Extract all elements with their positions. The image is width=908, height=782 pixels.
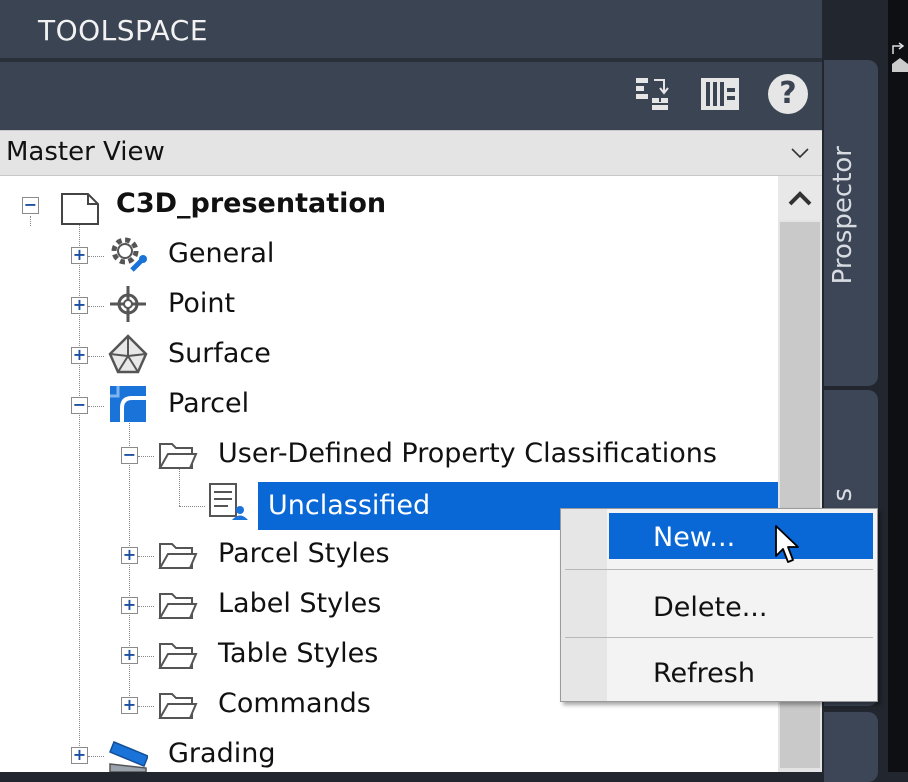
folder-icon — [158, 593, 198, 619]
tree-connector — [88, 356, 104, 357]
menu-gutter — [561, 509, 607, 701]
collapse-button[interactable]: − — [121, 447, 138, 464]
tree-item-surface[interactable]: Surface — [168, 338, 271, 369]
folder-icon — [158, 443, 198, 469]
window-edge — [888, 0, 908, 772]
parcel-icon — [110, 386, 146, 422]
tab-settings-label: s — [828, 488, 858, 502]
tree-item-general[interactable]: General — [168, 238, 274, 269]
expand-button[interactable]: + — [121, 547, 138, 564]
tab-prospector-label: Prospector — [828, 146, 858, 285]
tree-connector — [138, 706, 154, 707]
tree-item-parcel[interactable]: Parcel — [168, 388, 249, 419]
expand-button[interactable]: + — [121, 597, 138, 614]
gear-wrench-icon — [111, 237, 147, 272]
folder-icon — [158, 643, 198, 669]
folder-icon — [158, 693, 198, 719]
scroll-up-button[interactable] — [778, 176, 822, 220]
menu-item-refresh-label: Refresh — [653, 658, 755, 689]
menu-separator — [565, 637, 873, 638]
tree-connector — [88, 756, 104, 757]
surface-icon — [108, 334, 148, 374]
tree-item-parcel-styles[interactable]: Parcel Styles — [218, 538, 390, 569]
menu-item-delete[interactable]: Delete... — [609, 583, 873, 629]
menu-item-new-label: New... — [653, 522, 736, 553]
expand-button[interactable]: + — [71, 247, 88, 264]
tree-connector — [88, 256, 104, 257]
drawing-document-icon — [61, 193, 99, 225]
tree-view-toggle-button[interactable] — [632, 72, 676, 116]
chevron-up-icon — [788, 191, 812, 206]
view-select-value: Master View — [6, 137, 165, 167]
tree-root-label[interactable]: C3D_presentation — [116, 188, 386, 219]
tree-connector — [138, 606, 154, 607]
tree-item-point[interactable]: Point — [168, 288, 235, 319]
grading-icon — [109, 741, 148, 772]
collapse-button[interactable]: − — [71, 397, 88, 414]
expand-button[interactable]: + — [121, 647, 138, 664]
list-view-icon — [701, 78, 739, 110]
tree-item-grading[interactable]: Grading — [168, 738, 275, 769]
tree-connector — [88, 306, 104, 307]
help-button[interactable]: ? — [766, 72, 810, 116]
tree-connector — [138, 456, 154, 457]
expand-button[interactable]: + — [71, 747, 88, 764]
toolbar: ? — [0, 62, 822, 130]
tree-connector — [30, 216, 31, 226]
menu-item-delete-label: Delete... — [653, 592, 768, 623]
classification-icon — [209, 483, 248, 520]
tree-item-label-styles[interactable]: Label Styles — [218, 588, 381, 619]
tree-connector — [138, 556, 154, 557]
collapse-button[interactable]: − — [22, 197, 39, 214]
tree-item-table-styles[interactable]: Table Styles — [218, 638, 378, 669]
mouse-pointer-icon — [775, 525, 799, 563]
menu-item-new[interactable]: New... — [609, 513, 873, 559]
tree-item-commands[interactable]: Commands — [218, 688, 371, 719]
tree-connector — [88, 406, 104, 407]
context-menu: New... Delete... Refresh — [560, 508, 878, 702]
menu-separator — [565, 569, 873, 570]
folder-icon — [158, 543, 198, 569]
panel-title: TOOLSPACE — [38, 14, 209, 47]
tree-connector — [179, 506, 205, 507]
redirect-icon — [892, 42, 908, 72]
list-view-button[interactable] — [698, 72, 742, 116]
expand-button[interactable]: + — [71, 347, 88, 364]
title-bar[interactable]: TOOLSPACE — [0, 0, 822, 58]
expand-button[interactable]: + — [121, 697, 138, 714]
tree-connector — [138, 656, 154, 657]
tree-item-user-defined-property-classifications[interactable]: User-Defined Property Classifications — [218, 438, 717, 469]
expand-button[interactable]: + — [71, 297, 88, 314]
help-icon: ? — [768, 74, 808, 114]
tree-view-toggle-icon — [636, 78, 669, 110]
chevron-down-icon[interactable] — [788, 141, 812, 165]
menu-item-refresh[interactable]: Refresh — [609, 649, 873, 695]
view-select[interactable]: Master View — [0, 130, 822, 176]
point-icon — [110, 286, 146, 322]
tab-prospector[interactable]: Prospector — [824, 60, 878, 386]
